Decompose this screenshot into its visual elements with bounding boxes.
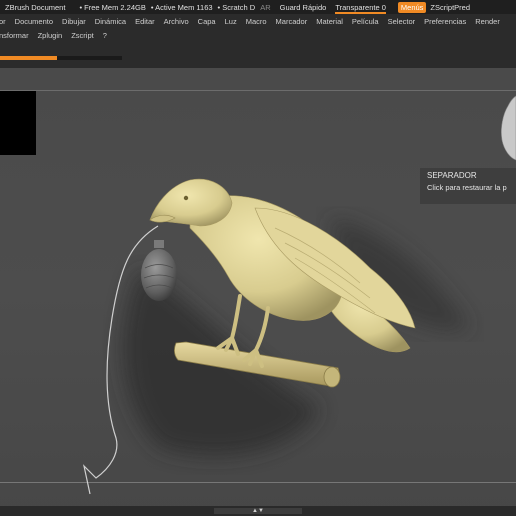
menu-item-color[interactable]: or: [0, 17, 6, 26]
menu-item-preferences[interactable]: Preferencias: [424, 17, 466, 26]
active-mem-readout: • Active Mem 1163: [150, 2, 213, 12]
menu-item-movie[interactable]: Película: [352, 17, 379, 26]
menu-item-picker[interactable]: Selector: [388, 17, 416, 26]
progress-track: [0, 56, 122, 60]
scratch-readout: • Scratch D: [217, 2, 256, 12]
menu-item-file[interactable]: Archivo: [164, 17, 189, 26]
menu-item-zscript[interactable]: Zscript: [71, 31, 94, 40]
transparency-slider[interactable]: Transparente 0: [335, 3, 386, 14]
title-bar: ZBrush Document • Free Mem 2.24GB • Acti…: [0, 0, 516, 14]
menu-item-dynamics[interactable]: Dinámica: [95, 17, 126, 26]
ar-readout: AR: [260, 2, 271, 12]
menu-item-material[interactable]: Material: [316, 17, 343, 26]
lamp-socket: [154, 240, 164, 248]
quick-save-button[interactable]: Guard Rápido: [280, 3, 327, 12]
menu-item-zplugin[interactable]: Zplugin: [38, 31, 63, 40]
zscript-button[interactable]: ZScriptPred: [430, 3, 470, 12]
crow-leg: [216, 294, 242, 356]
menu-item-render[interactable]: Render: [475, 17, 500, 26]
menu-item-macro[interactable]: Macro: [246, 17, 267, 26]
menu-item-light[interactable]: Luz: [225, 17, 237, 26]
tooltip: SEPARADOR Click para restaurar la p: [420, 168, 516, 204]
secondary-menu-bar: nsformar Zplugin Zscript ?: [0, 28, 516, 42]
tooltip-title: SEPARADOR: [427, 171, 477, 180]
menu-item-draw[interactable]: Dibujar: [62, 17, 86, 26]
tooltip-body: Click para restaurar la p: [427, 183, 507, 192]
menu-item-layer[interactable]: Capa: [198, 17, 216, 26]
menu-item-edit[interactable]: Editar: [135, 17, 155, 26]
main-menu-bar: or Documento Dibujar Dinámica Editar Arc…: [0, 14, 516, 28]
canvas-viewport[interactable]: SEPARADOR Click para restaurar la p: [0, 68, 516, 516]
menu-item-marker[interactable]: Marcador: [276, 17, 308, 26]
head-thumbnail: [501, 95, 516, 161]
menus-button[interactable]: Menús: [397, 1, 427, 13]
bottom-shelf: ▲▼: [0, 506, 516, 516]
sculpt-scene: [82, 95, 516, 495]
menu-item-document[interactable]: Documento: [15, 17, 53, 26]
progress-fill: [0, 56, 58, 60]
menu-item-transform[interactable]: nsformar: [0, 31, 29, 40]
chevron-up-down-icon[interactable]: ▲▼: [214, 508, 302, 514]
crow-eye: [183, 195, 189, 201]
free-mem-readout: • Free Mem 2.24GB: [79, 2, 146, 12]
menu-item-help[interactable]: ?: [103, 31, 107, 40]
progress-area: [0, 42, 516, 68]
app-title: ZBrush Document: [5, 2, 66, 12]
